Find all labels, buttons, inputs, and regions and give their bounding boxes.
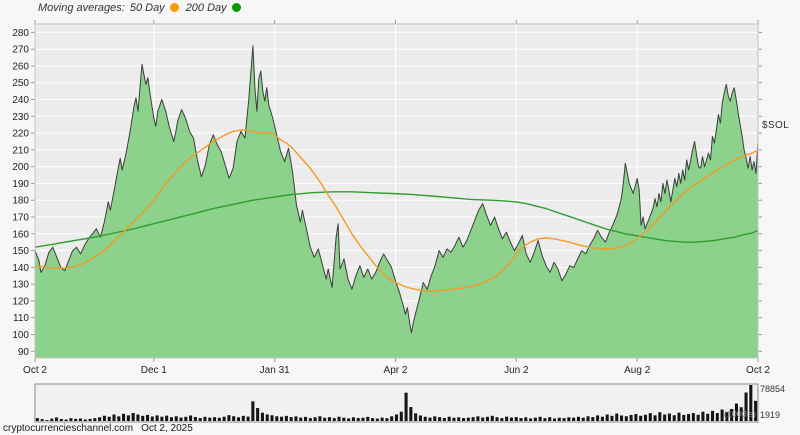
svg-text:90: 90: [18, 347, 30, 358]
svg-text:230: 230: [12, 112, 29, 123]
svg-text:210: 210: [12, 145, 29, 156]
svg-text:Dec 1: Dec 1: [141, 365, 168, 376]
svg-text:Oct 2: Oct 2: [23, 365, 47, 376]
svg-text:Jan 31: Jan 31: [260, 365, 290, 376]
volume-max-label: 78854: [760, 384, 786, 394]
svg-text:Jun 2: Jun 2: [504, 365, 529, 376]
symbol-label: $SOL: [762, 120, 790, 131]
svg-text:240: 240: [12, 95, 29, 106]
price-chart-widget: Moving averages: 50 Day 200 Day 90 100 110…: [0, 0, 800, 435]
svg-text:150: 150: [12, 246, 29, 257]
svg-text:130: 130: [12, 280, 29, 291]
svg-text:170: 170: [12, 213, 29, 224]
volume-panel: [34, 383, 759, 423]
svg-text:220: 220: [12, 129, 29, 140]
svg-text:250: 250: [12, 78, 29, 89]
chart-canvas: 90 100 110 120 130 140 150 160 170 180 190 200 210 22…: [12, 20, 770, 423]
chart-date-label: Oct 2, 2025: [141, 423, 193, 434]
svg-text:190: 190: [12, 179, 29, 190]
svg-text:280: 280: [12, 28, 29, 39]
svg-text:Aug 2: Aug 2: [624, 365, 651, 376]
svg-text:100: 100: [12, 330, 29, 341]
svg-text:180: 180: [12, 196, 29, 207]
svg-text:Apr 2: Apr 2: [384, 365, 408, 376]
volume-unit-label: (1000's): [723, 409, 756, 419]
svg-text:260: 260: [12, 62, 29, 73]
svg-text:140: 140: [12, 263, 29, 274]
volume-min-label: 1919: [760, 410, 781, 420]
svg-text:110: 110: [13, 313, 29, 324]
svg-text:120: 120: [12, 296, 29, 307]
svg-text:160: 160: [12, 229, 29, 240]
svg-text:Oct 2: Oct 2: [746, 365, 770, 376]
chart-footer: cryptocurrencieschannel.com Oct 2, 2025: [3, 423, 193, 434]
svg-text:200: 200: [12, 162, 29, 173]
source-site-label: cryptocurrencieschannel.com: [3, 423, 134, 434]
svg-text:270: 270: [12, 45, 29, 56]
